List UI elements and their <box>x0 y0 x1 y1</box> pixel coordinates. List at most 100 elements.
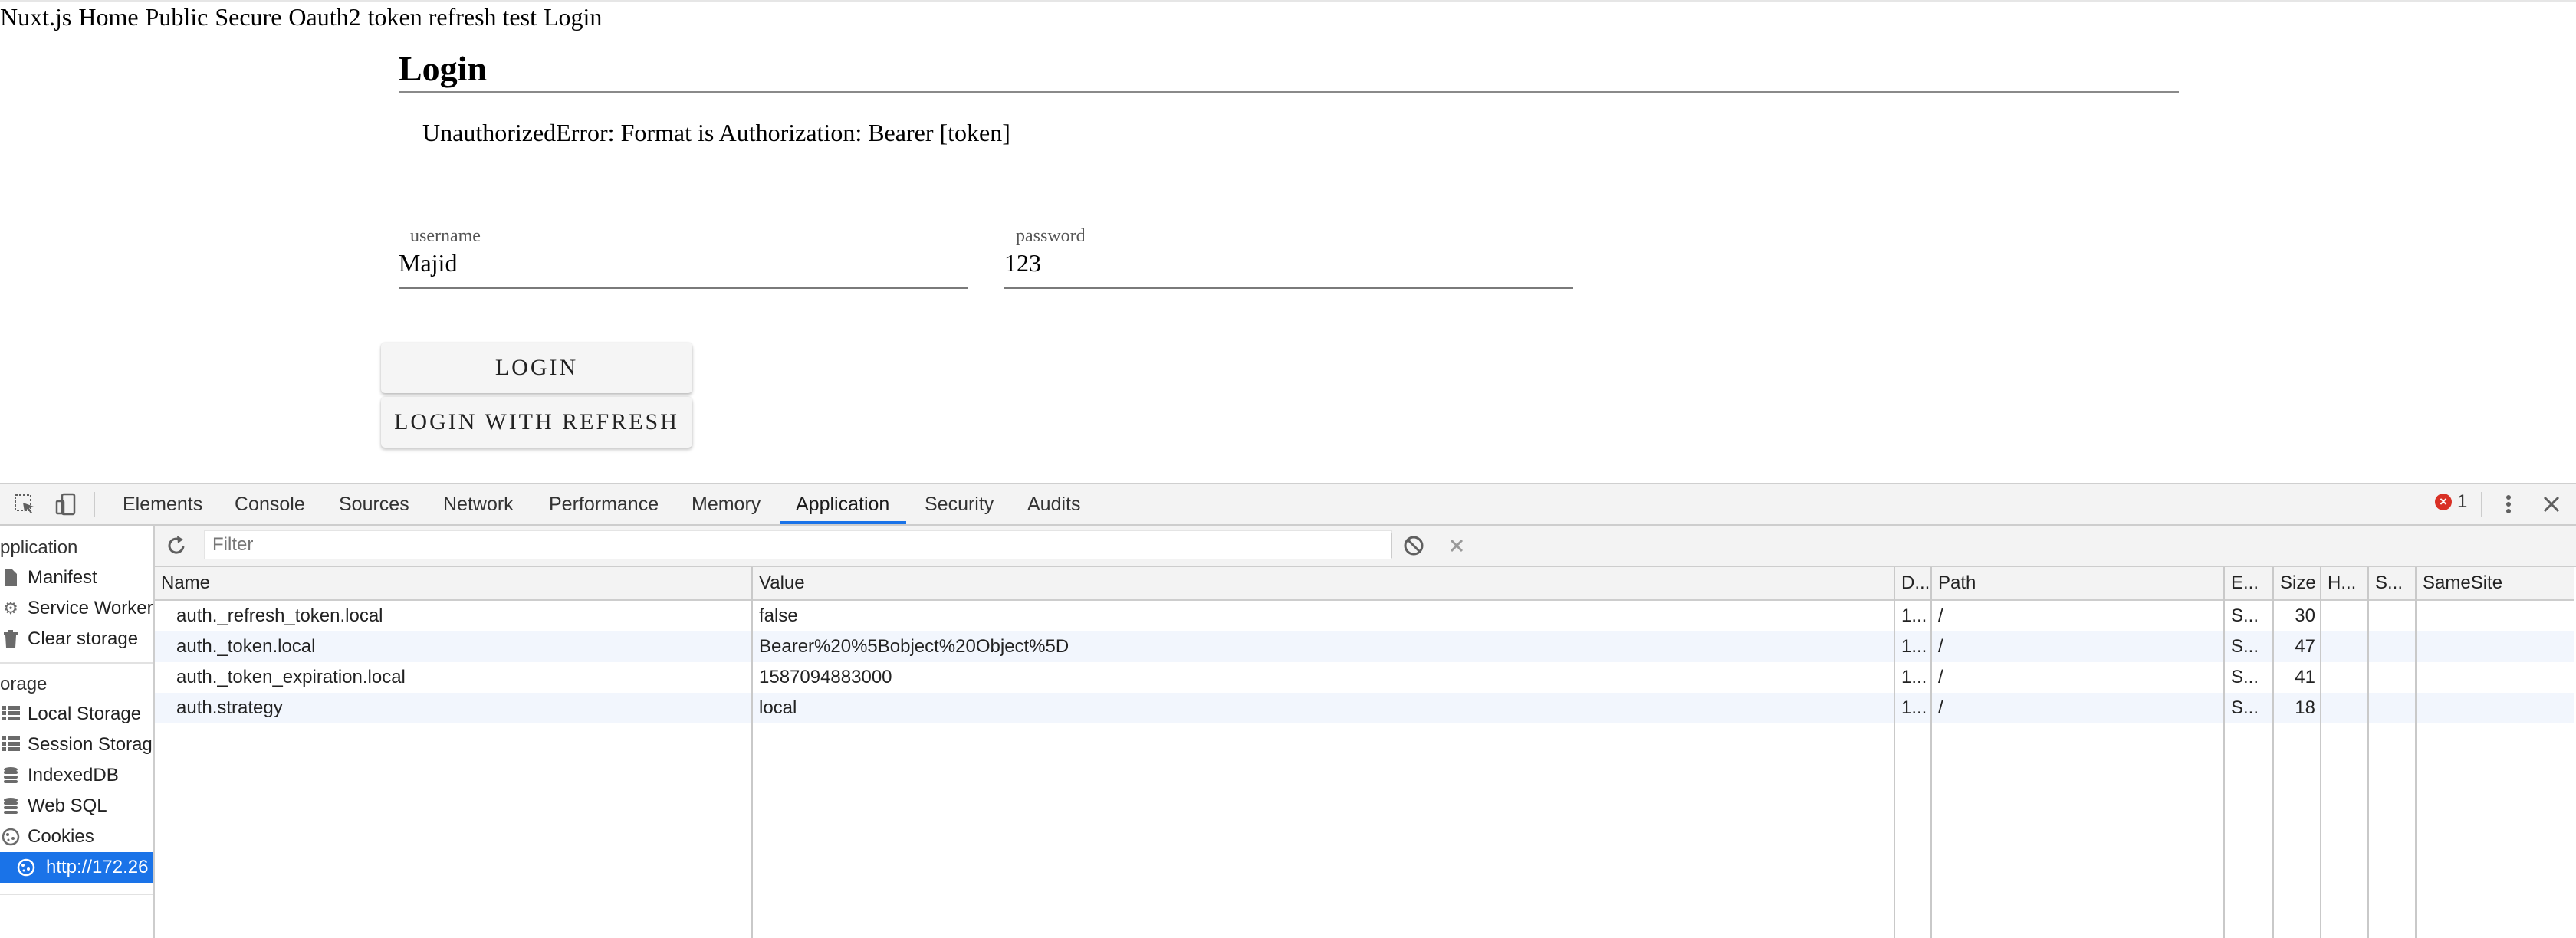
devtools-panel: Elements Console Sources Network Perform… <box>0 483 2576 938</box>
toolbar-separator <box>94 492 95 517</box>
column-header-path[interactable]: Path <box>1932 567 2225 599</box>
tab-sources[interactable]: Sources <box>339 484 409 524</box>
more-options-icon[interactable] <box>2496 492 2521 517</box>
column-divider[interactable] <box>2223 567 2225 938</box>
cell-name: auth.strategy <box>176 697 283 718</box>
inspect-element-icon[interactable] <box>12 492 37 517</box>
cell-expires: S... <box>2231 667 2259 687</box>
nav-link-home[interactable]: Home <box>78 3 138 31</box>
title-divider <box>399 91 2179 93</box>
nav-link-secure[interactable]: Secure <box>215 3 281 31</box>
column-divider[interactable] <box>2367 567 2369 938</box>
column-header-httponly[interactable]: H... <box>2321 567 2369 599</box>
column-divider[interactable] <box>2320 567 2321 938</box>
login-with-refresh-button[interactable]: LOGIN WITH REFRESH <box>381 397 692 448</box>
cell-domain: 1... <box>1901 605 1927 626</box>
nav-link-token-refresh[interactable]: token refresh test <box>368 3 537 31</box>
login-button[interactable]: LOGIN <box>381 343 692 393</box>
close-devtools-icon[interactable] <box>2539 492 2564 517</box>
error-icon[interactable]: × <box>2435 494 2452 510</box>
cookie-icon <box>17 858 35 877</box>
tab-console[interactable]: Console <box>235 484 305 524</box>
devtools-toolbar: Elements Console Sources Network Perform… <box>0 484 2576 526</box>
table-row[interactable]: auth._refresh_token.local false 1... / S… <box>155 601 2574 631</box>
tab-network[interactable]: Network <box>443 484 514 524</box>
username-underline <box>399 287 968 289</box>
cookies-table: Name Value D... Path E... Size H... S...… <box>155 567 2574 938</box>
sidebar-item-indexeddb[interactable]: IndexedDB <box>0 760 153 791</box>
column-divider[interactable] <box>2272 567 2274 938</box>
sidebar-item-label: Manifest <box>28 567 97 588</box>
tab-application[interactable]: Application <box>796 484 889 524</box>
table-row[interactable]: auth._token.local Bearer%20%5Bobject%20O… <box>155 631 2574 662</box>
error-message: UnauthorizedError: Format is Authorizati… <box>422 119 1010 146</box>
active-tab-indicator <box>780 521 906 524</box>
clear-all-icon[interactable] <box>1401 533 1426 558</box>
cell-value: 1587094883000 <box>759 667 892 687</box>
filter-input[interactable] <box>204 530 1392 559</box>
error-count[interactable]: 1 <box>2457 490 2467 513</box>
sidebar-section-storage: orage <box>0 674 48 694</box>
nav-link-oauth2[interactable]: Oauth2 <box>288 3 360 31</box>
cell-name: auth._token_expiration.local <box>176 667 406 687</box>
column-header-secure[interactable]: S... <box>2369 567 2417 599</box>
top-nav: Nuxt.js Home Public Secure Oauth2 token refre… <box>0 2 609 32</box>
tab-performance[interactable]: Performance <box>549 484 659 524</box>
column-header-domain[interactable]: D... <box>1895 567 1932 599</box>
username-input[interactable] <box>399 245 968 280</box>
sidebar-divider <box>0 894 153 895</box>
cell-path: / <box>1938 697 1944 718</box>
table-row[interactable]: auth._token_expiration.local 15870948830… <box>155 662 2574 693</box>
column-divider[interactable] <box>2415 567 2417 938</box>
nav-link-public[interactable]: Public <box>146 3 209 31</box>
delete-selected-icon[interactable] <box>1444 533 1469 558</box>
file-icon <box>2 569 20 587</box>
table-row[interactable]: auth.strategy local 1... / S... 18 <box>155 693 2574 723</box>
sidebar-item-service-workers[interactable]: ⚙ Service Workers <box>0 593 153 624</box>
sidebar-item-label: Clear storage <box>28 628 139 649</box>
app-page: Nuxt.js Home Public Secure Oauth2 token refre… <box>0 0 2576 483</box>
gear-icon: ⚙ <box>3 599 18 618</box>
sidebar-item-clear-storage[interactable]: Clear storage <box>0 624 153 654</box>
cell-domain: 1... <box>1901 636 1927 657</box>
sidebar-item-local-storage[interactable]: Local Storage <box>0 699 153 730</box>
sidebar-item-manifest[interactable]: Manifest <box>0 562 153 593</box>
password-label: password <box>1016 226 1086 246</box>
cell-path: / <box>1938 605 1944 626</box>
password-input[interactable] <box>1004 245 1573 280</box>
application-sidebar: pplication Manifest ⚙ Service Workers Cl… <box>0 526 155 938</box>
sidebar-item-label: http://172.26 <box>46 857 149 877</box>
column-divider[interactable] <box>751 567 753 938</box>
column-header-samesite[interactable]: SameSite <box>2417 567 2574 599</box>
trash-icon <box>2 630 20 648</box>
cell-value: false <box>759 605 798 626</box>
sidebar-item-web-sql[interactable]: Web SQL <box>0 791 153 822</box>
column-header-expires[interactable]: E... <box>2225 567 2274 599</box>
tab-memory[interactable]: Memory <box>692 484 761 524</box>
tab-elements[interactable]: Elements <box>123 484 202 524</box>
table-header: Name Value D... Path E... Size H... S...… <box>155 567 2574 601</box>
column-divider[interactable] <box>1930 567 1932 938</box>
column-header-name[interactable]: Name <box>155 567 753 599</box>
password-underline <box>1004 287 1573 289</box>
cookies-filter-bar <box>155 526 2576 567</box>
cell-size: 41 <box>2295 667 2315 687</box>
toolbar-separator <box>1391 533 1392 558</box>
cell-name: auth._refresh_token.local <box>176 605 383 626</box>
column-divider[interactable] <box>1894 567 1895 938</box>
cell-expires: S... <box>2231 636 2259 657</box>
sidebar-item-cookie-origin[interactable]: http://172.26 <box>0 852 153 883</box>
sidebar-item-label: Service Workers <box>28 598 155 618</box>
refresh-icon[interactable] <box>164 533 189 558</box>
nav-link-brand[interactable]: Nuxt.js <box>0 3 71 31</box>
nav-link-login[interactable]: Login <box>544 3 602 31</box>
grid-icon <box>2 705 20 723</box>
sidebar-item-session-storage[interactable]: Session Storage <box>0 730 153 760</box>
sidebar-item-cookies[interactable]: Cookies <box>0 822 153 852</box>
column-header-value[interactable]: Value <box>753 567 1895 599</box>
cell-path: / <box>1938 636 1944 657</box>
column-header-size[interactable]: Size <box>2274 567 2321 599</box>
tab-security[interactable]: Security <box>925 484 994 524</box>
device-toolbar-icon[interactable] <box>54 492 78 517</box>
tab-audits[interactable]: Audits <box>1027 484 1080 524</box>
